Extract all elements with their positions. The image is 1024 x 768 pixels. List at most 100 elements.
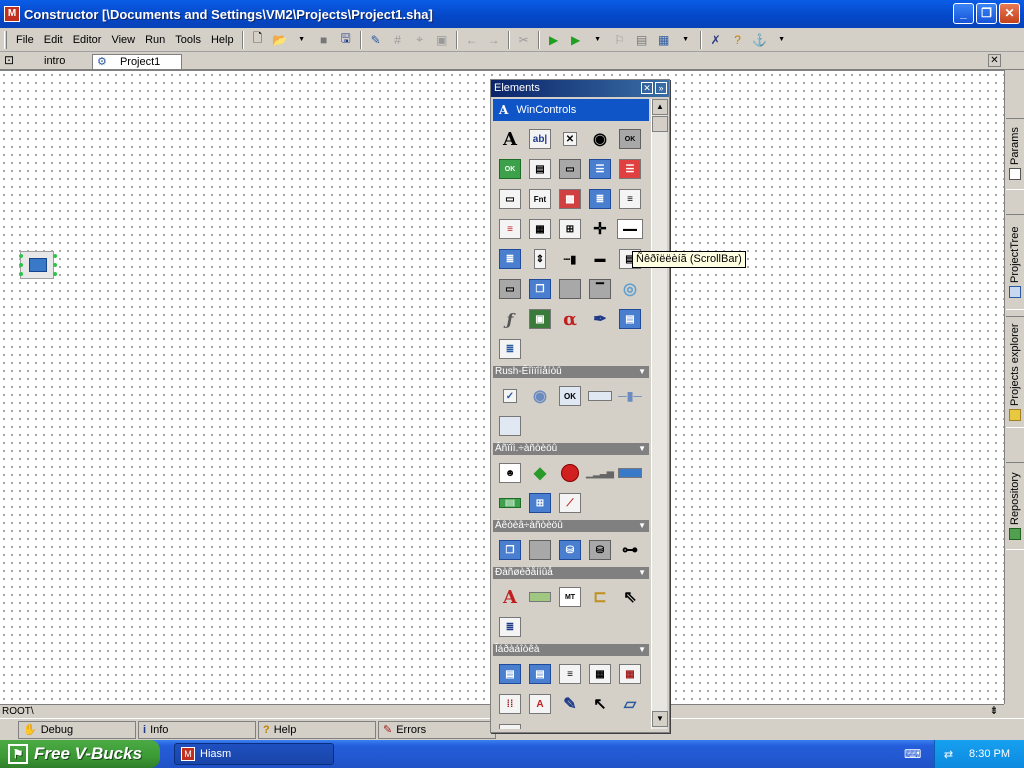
tab-project1[interactable]: ⚙ Project1 (92, 54, 182, 69)
tab-help[interactable]: ? Help (258, 721, 376, 739)
proc-text-element[interactable]: A (525, 689, 555, 719)
browser-element[interactable]: ◎ (615, 274, 645, 304)
proc-list-element[interactable]: ≡ (555, 659, 585, 689)
frame-icon[interactable]: ▣ (433, 31, 451, 49)
forward-arrow-icon[interactable]: → (485, 31, 503, 49)
run-debug-icon[interactable]: ▶ (567, 31, 585, 49)
tabcontrol-element[interactable]: ▤ (615, 304, 645, 334)
rush-radio-element[interactable]: ◉ (525, 381, 555, 411)
active-net-element[interactable]: ⛁ (555, 535, 585, 565)
meter-element[interactable]: ||||| (495, 488, 525, 518)
menu-help[interactable]: Help (206, 30, 239, 50)
ext-panel-element[interactable] (525, 582, 555, 612)
matrix-element[interactable]: ⊞ (525, 488, 555, 518)
rush-button-element[interactable]: OK (555, 381, 585, 411)
groupbox-element[interactable]: ▭ (495, 184, 525, 214)
workspace-icon[interactable]: ⊡ (4, 54, 22, 69)
category-header-extended[interactable]: Ðàñøèðåííûå ▼ (493, 567, 649, 579)
run-icon[interactable]: ▶ (545, 31, 563, 49)
active-tree-element[interactable]: ⛁ (585, 535, 615, 565)
task-hiasm[interactable]: M Hiasm (174, 743, 334, 765)
proc-colorgrid-element[interactable]: ▦ (615, 659, 645, 689)
toolbar-element[interactable]: ▭ (495, 274, 525, 304)
active-mdi-element[interactable]: ❐ (495, 535, 525, 565)
panel-element[interactable]: ▭ (555, 154, 585, 184)
align-icon[interactable]: ⌖ (411, 31, 429, 49)
clock[interactable]: 8:30 PM (969, 748, 1010, 760)
font-element[interactable]: Fnt (525, 184, 555, 214)
group-header-wincontrols[interactable]: A WinControls (493, 99, 649, 121)
dropdown-arrow-icon[interactable]: ▼ (589, 31, 607, 49)
mdi-element[interactable]: ❐ (525, 274, 555, 304)
menu-file[interactable]: File (11, 30, 39, 50)
ext-cursor-element[interactable]: ⇖ (615, 582, 645, 612)
menu-element[interactable]: ☰ (615, 154, 645, 184)
font-label-element[interactable]: A (495, 582, 525, 612)
image-element[interactable]: ▩ (555, 184, 585, 214)
combobox-element[interactable]: ▤ (525, 154, 555, 184)
proc-alpha-element[interactable]: α (495, 719, 525, 729)
grid-icon[interactable]: # (389, 31, 407, 49)
active-shape-element[interactable] (525, 535, 555, 565)
tab-projects-explorer[interactable]: Projects explorer (1006, 316, 1024, 428)
list-element[interactable]: ☰ (585, 154, 615, 184)
rush-edit-element[interactable] (585, 381, 615, 411)
close-tab-icon[interactable]: ✕ (988, 54, 1001, 67)
scroll-down-icon[interactable]: ▼ (652, 711, 668, 727)
pen-element[interactable]: ✒ (585, 304, 615, 334)
menu-editor[interactable]: Editor (68, 30, 107, 50)
active-link-element[interactable]: ⊶ (615, 535, 645, 565)
proc-dots-element[interactable]: ⁞⁞ (495, 689, 525, 719)
listview-element[interactable]: ≣ (495, 244, 525, 274)
stop-icon[interactable]: ■ (315, 31, 333, 49)
edit-element[interactable]: ab| (525, 124, 555, 154)
tab-projecttree[interactable]: ProjectTree (1006, 214, 1024, 310)
richedit-element[interactable]: ≡ (495, 214, 525, 244)
anchor-icon[interactable]: ⚓ (751, 31, 769, 49)
proc-pointer-element[interactable]: ↖ (585, 689, 615, 719)
tab-debug[interactable]: ✋ Debug (18, 721, 136, 739)
splitter-element[interactable]: ✛ (585, 214, 615, 244)
menu-tools[interactable]: Tools (170, 30, 206, 50)
proc-window-element[interactable]: ▤ (495, 659, 525, 689)
category-header-aux[interactable]: Âñïîì.÷àñòèöû ▼ (493, 443, 649, 455)
rush-panel-element[interactable] (495, 411, 525, 441)
plot-element[interactable]: ⟋ (555, 488, 585, 518)
cut-icon[interactable]: ✂ (515, 31, 533, 49)
listbox-element[interactable]: ≣ (585, 184, 615, 214)
start-button[interactable]: ⚑ Free V-Bucks (0, 740, 160, 768)
proc-paint-element[interactable]: ✎ (555, 689, 585, 719)
category-header-active[interactable]: Àêòèâ÷àñòèöû ▼ (493, 520, 649, 532)
flash-element[interactable]: ƒ (495, 304, 525, 334)
open-folder-icon[interactable]: 📂 (271, 31, 289, 49)
edit-form-icon[interactable]: ✎ (367, 31, 385, 49)
tab-intro[interactable]: intro (44, 54, 65, 69)
led-element[interactable] (555, 458, 585, 488)
shapes-element[interactable]: ◆ (525, 458, 555, 488)
tools-icon[interactable]: ✗ (707, 31, 725, 49)
radio-element[interactable]: ◉ (585, 124, 615, 154)
updown-element[interactable]: ⇕ (525, 244, 555, 274)
treeview-element[interactable]: ⊞ (555, 214, 585, 244)
alpha-element[interactable]: α (555, 304, 585, 334)
tab-info[interactable]: i Info (138, 721, 256, 739)
resize-icon[interactable]: ⇟ (986, 704, 1002, 718)
picture-element[interactable]: ▣ (525, 304, 555, 334)
palette-title-bar[interactable]: Elements ✕ » (491, 80, 669, 97)
new-file-icon[interactable]: 🗋 (249, 31, 267, 49)
tab-params[interactable]: Params (1006, 118, 1024, 190)
trackbar-element[interactable]: ┄▮ (555, 244, 585, 274)
dropdown-arrow-icon[interactable]: ▼ (773, 31, 791, 49)
rush-checkbox-element[interactable]: ✓ (495, 381, 525, 411)
scroll-thumb[interactable] (652, 116, 668, 132)
ext-tree-element[interactable]: ⊏ (585, 582, 615, 612)
button-element[interactable]: OK (615, 124, 645, 154)
label-element[interactable]: A (495, 124, 525, 154)
minimize-button[interactable]: _ (953, 3, 974, 24)
avatar-element[interactable]: ☻ (495, 458, 525, 488)
category-header-processing[interactable]: Îáðàáîòêà ▼ (493, 644, 649, 656)
tab-errors[interactable]: ✎ Errors (378, 721, 496, 739)
palette-pin-icon[interactable]: » (655, 82, 667, 94)
shape-element[interactable] (555, 274, 585, 304)
back-arrow-icon[interactable]: ← (463, 31, 481, 49)
